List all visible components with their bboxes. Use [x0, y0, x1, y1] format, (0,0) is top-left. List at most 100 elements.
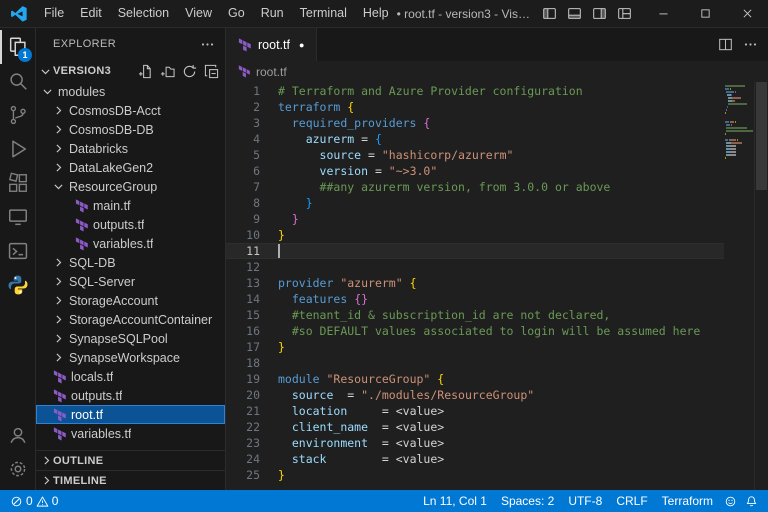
code-line-17[interactable]: 17}: [226, 339, 724, 355]
menu-selection[interactable]: Selection: [110, 0, 177, 27]
line-number: 12: [226, 259, 278, 275]
activity-python[interactable]: [0, 268, 35, 302]
menu-file[interactable]: File: [36, 0, 72, 27]
editor-scrollbar[interactable]: [754, 82, 768, 490]
collapse-all-button[interactable]: [204, 64, 219, 79]
file-variables-tf[interactable]: variables.tf: [36, 424, 225, 443]
folder-cosmosdb-acct[interactable]: CosmosDB-Acct: [36, 101, 225, 120]
code-line-21[interactable]: 21 location = <value>: [226, 403, 724, 419]
code-line-20[interactable]: 20 source = "./modules/ResourceGroup": [226, 387, 724, 403]
code-line-18[interactable]: 18: [226, 355, 724, 371]
code-line-13[interactable]: 13provider "azurerm" {: [226, 275, 724, 291]
folder-modules[interactable]: modules: [36, 82, 225, 101]
layout-customize-icon[interactable]: [617, 6, 632, 21]
code-line-10[interactable]: 10}: [226, 227, 724, 243]
activity-explorer[interactable]: 1: [0, 30, 35, 64]
code-line-3[interactable]: 3 required_providers {: [226, 115, 724, 131]
code-line-14[interactable]: 14 features {}: [226, 291, 724, 307]
breadcrumb[interactable]: root.tf: [226, 61, 768, 82]
activity-account[interactable]: [0, 418, 35, 452]
code-line-1[interactable]: 1# Terraform and Azure Provider configur…: [226, 83, 724, 99]
menu-edit[interactable]: Edit: [72, 0, 110, 27]
folder-sql-server[interactable]: SQL-Server: [36, 272, 225, 291]
tab-root-tf[interactable]: root.tf ●: [226, 28, 317, 61]
layout-sidebar-right-icon[interactable]: [592, 6, 607, 21]
activity-settings[interactable]: [0, 452, 35, 486]
bell-icon[interactable]: [741, 495, 762, 508]
menu-run[interactable]: Run: [253, 0, 292, 27]
activity-extensions[interactable]: [0, 166, 35, 200]
folder-datalakegen2[interactable]: DataLakeGen2: [36, 158, 225, 177]
maximize-button[interactable]: [684, 0, 726, 27]
file-variables-tf[interactable]: variables.tf: [36, 234, 225, 253]
explorer-more-icon[interactable]: [200, 37, 215, 52]
code-line-15[interactable]: 15 #tenant_id & subscription_id are not …: [226, 307, 724, 323]
status-indent[interactable]: Spaces: 2: [494, 494, 561, 508]
status-encoding[interactable]: UTF-8: [561, 494, 609, 508]
code-line-24[interactable]: 24 stack = <value>: [226, 451, 724, 467]
code-line-2[interactable]: 2terraform {: [226, 99, 724, 115]
folder-synapseworkspace[interactable]: SynapseWorkspace: [36, 348, 225, 367]
panel-timeline[interactable]: TIMELINE: [36, 470, 225, 490]
file-outputs-tf[interactable]: outputs.tf: [36, 215, 225, 234]
more-icon[interactable]: [743, 37, 758, 52]
feedback-icon[interactable]: [720, 495, 741, 508]
settings-icon: [7, 458, 29, 480]
status-cursor-position[interactable]: Ln 11, Col 1: [416, 494, 494, 508]
code-line-5[interactable]: 5 source = "hashicorp/azurerm": [226, 147, 724, 163]
activity-source-control[interactable]: [0, 98, 35, 132]
minimap[interactable]: [724, 82, 754, 490]
menu-view[interactable]: View: [177, 0, 220, 27]
folder-cosmosdb-db[interactable]: CosmosDB-DB: [36, 120, 225, 139]
close-button[interactable]: [726, 0, 768, 27]
code-line-6[interactable]: 6 version = "~>3.0": [226, 163, 724, 179]
minimize-button[interactable]: [642, 0, 684, 27]
code-line-4[interactable]: 4 azurerm = {: [226, 131, 724, 147]
tree-item-label: StorageAccount: [69, 294, 158, 308]
split-editor-icon[interactable]: [718, 37, 733, 52]
file-locals-tf[interactable]: locals.tf: [36, 367, 225, 386]
code-lines[interactable]: 1# Terraform and Azure Provider configur…: [226, 82, 724, 490]
folder-databricks[interactable]: Databricks: [36, 139, 225, 158]
menu-go[interactable]: Go: [220, 0, 253, 27]
menu-terminal[interactable]: Terminal: [292, 0, 355, 27]
code-line-25[interactable]: 25}: [226, 467, 724, 483]
code-line-22[interactable]: 22 client_name = <value>: [226, 419, 724, 435]
folder-storageaccountcontainer[interactable]: StorageAccountContainer: [36, 310, 225, 329]
new-folder-button[interactable]: [160, 64, 175, 79]
code-line-23[interactable]: 23 environment = <value>: [226, 435, 724, 451]
refresh-button[interactable]: [182, 64, 197, 79]
folder-resourcegroup[interactable]: ResourceGroup: [36, 177, 225, 196]
new-file-button[interactable]: [138, 64, 153, 79]
scrollbar-thumb[interactable]: [756, 82, 767, 190]
code-line-19[interactable]: 19module "ResourceGroup" {: [226, 371, 724, 387]
layout-sidebar-left-icon[interactable]: [542, 6, 557, 21]
code-line-8[interactable]: 8 }: [226, 195, 724, 211]
maximize-icon: [699, 7, 712, 20]
code-line-11[interactable]: 11: [226, 243, 724, 259]
status-eol[interactable]: CRLF: [609, 494, 654, 508]
file-root-tf[interactable]: root.tf: [36, 405, 225, 424]
problems-indicator[interactable]: 0 0: [10, 494, 58, 508]
code-line-16[interactable]: 16 #so DEFAULT values associated to logi…: [226, 323, 724, 339]
code-line-9[interactable]: 9 }: [226, 211, 724, 227]
status-language[interactable]: Terraform: [655, 494, 720, 508]
code-editor[interactable]: 1# Terraform and Azure Provider configur…: [226, 82, 768, 490]
workspace-section-header[interactable]: VERSION3: [36, 60, 225, 82]
file-main-tf[interactable]: main.tf: [36, 196, 225, 215]
menu-help[interactable]: Help: [355, 0, 397, 27]
window-title: • root.tf - version3 - Visual Studio Co.…: [397, 7, 532, 21]
folder-storageaccount[interactable]: StorageAccount: [36, 291, 225, 310]
activity-remote-explorer[interactable]: [0, 200, 35, 234]
code-line-7[interactable]: 7 ##any azurerm version, from 3.0.0 or a…: [226, 179, 724, 195]
panel-outline[interactable]: OUTLINE: [36, 450, 225, 470]
activity-search[interactable]: [0, 64, 35, 98]
folder-synapsesqlpool[interactable]: SynapseSQLPool: [36, 329, 225, 348]
file-outputs-tf[interactable]: outputs.tf: [36, 386, 225, 405]
folder-sql-db[interactable]: SQL-DB: [36, 253, 225, 272]
code-line-12[interactable]: 12: [226, 259, 724, 275]
activity-run-and-debug[interactable]: [0, 132, 35, 166]
activity-terminal[interactable]: [0, 234, 35, 268]
layout-panel-icon[interactable]: [567, 6, 582, 21]
breadcrumb-item: root.tf: [256, 65, 287, 79]
